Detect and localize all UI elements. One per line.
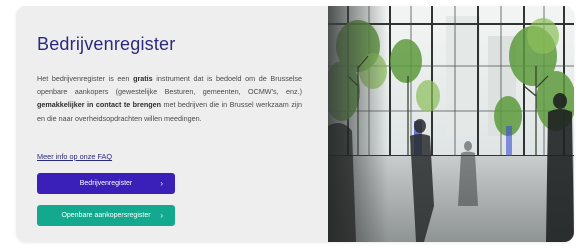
public-buyers-register-button-label: Openbare aankopersregister	[61, 212, 151, 219]
chevron-right-icon: ›	[160, 179, 163, 188]
intro-text-1: Het bedrijvenregister is een	[37, 74, 134, 83]
intro-paragraph: Het bedrijvenregister is een gratis inst…	[37, 72, 302, 125]
company-register-card: Bedrijvenregister Het bedrijvenregister …	[16, 6, 574, 242]
company-register-button-label: Bedrijvenregister	[79, 180, 133, 187]
intro-bold-contact: gemakkelijker in contact te brengen	[37, 100, 162, 110]
page-title: Bedrijvenregister	[37, 34, 176, 54]
chevron-right-icon: ›	[160, 211, 163, 220]
public-buyers-register-button[interactable]: Openbare aankopersregister ›	[37, 205, 175, 226]
company-register-button[interactable]: Bedrijvenregister ›	[37, 173, 175, 194]
content-panel: Bedrijvenregister Het bedrijvenregister …	[16, 6, 328, 242]
faq-link[interactable]: Meer info op onze FAQ	[37, 152, 112, 161]
office-lobby-photo	[328, 6, 574, 242]
intro-bold-free: gratis	[133, 74, 153, 83]
